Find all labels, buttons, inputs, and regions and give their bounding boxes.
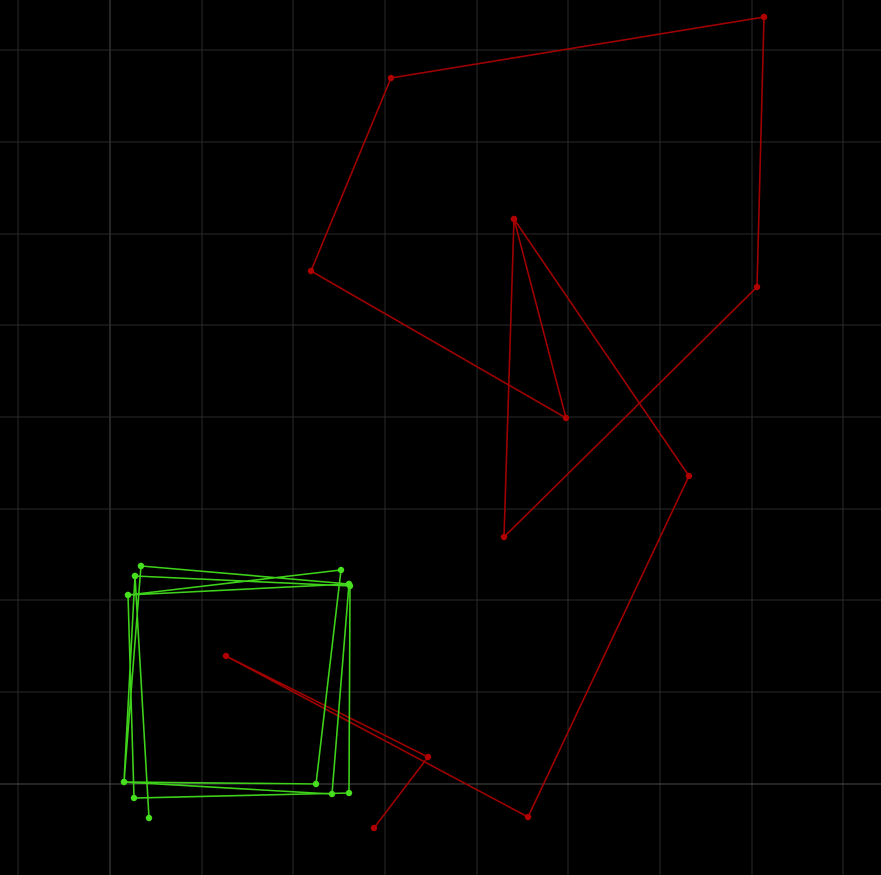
green-shape-vertex[interactable] — [337, 566, 345, 574]
green-shape-vertex[interactable] — [130, 794, 138, 802]
green-shape-vertex[interactable] — [145, 814, 153, 822]
green-shape-vertex[interactable] — [345, 580, 353, 588]
red-shape-vertex[interactable] — [524, 813, 532, 821]
red-shape-vertex[interactable] — [222, 652, 230, 660]
red-shape-vertex[interactable] — [307, 267, 315, 275]
red-shape-vertex[interactable] — [387, 74, 395, 82]
green-shape-vertex[interactable] — [345, 789, 353, 797]
green-shape-vertex[interactable] — [120, 778, 128, 786]
red-shape-path — [225, 16, 765, 829]
red-shape-vertex[interactable] — [424, 753, 432, 761]
green-shape-vertex[interactable] — [137, 562, 145, 570]
green-shape-vertex[interactable] — [131, 572, 139, 580]
green-shape-vertex[interactable] — [328, 790, 336, 798]
drawing-canvas[interactable] — [0, 0, 881, 875]
red-shape-path — [503, 16, 765, 539]
shapes-layer — [120, 13, 768, 832]
red-shape-vertex[interactable] — [500, 533, 508, 541]
red-shape-vertex[interactable] — [760, 13, 768, 21]
green-shape-path — [127, 575, 351, 799]
red-shape-vertex[interactable] — [370, 824, 378, 832]
red-shape-vertex[interactable] — [753, 283, 761, 291]
green-shape-vertex[interactable] — [124, 591, 132, 599]
red-shape-vertex[interactable] — [562, 414, 570, 422]
red-shape-vertex[interactable] — [685, 472, 693, 480]
red-shape-vertex[interactable] — [510, 215, 518, 223]
green-shape-vertex[interactable] — [312, 780, 320, 788]
